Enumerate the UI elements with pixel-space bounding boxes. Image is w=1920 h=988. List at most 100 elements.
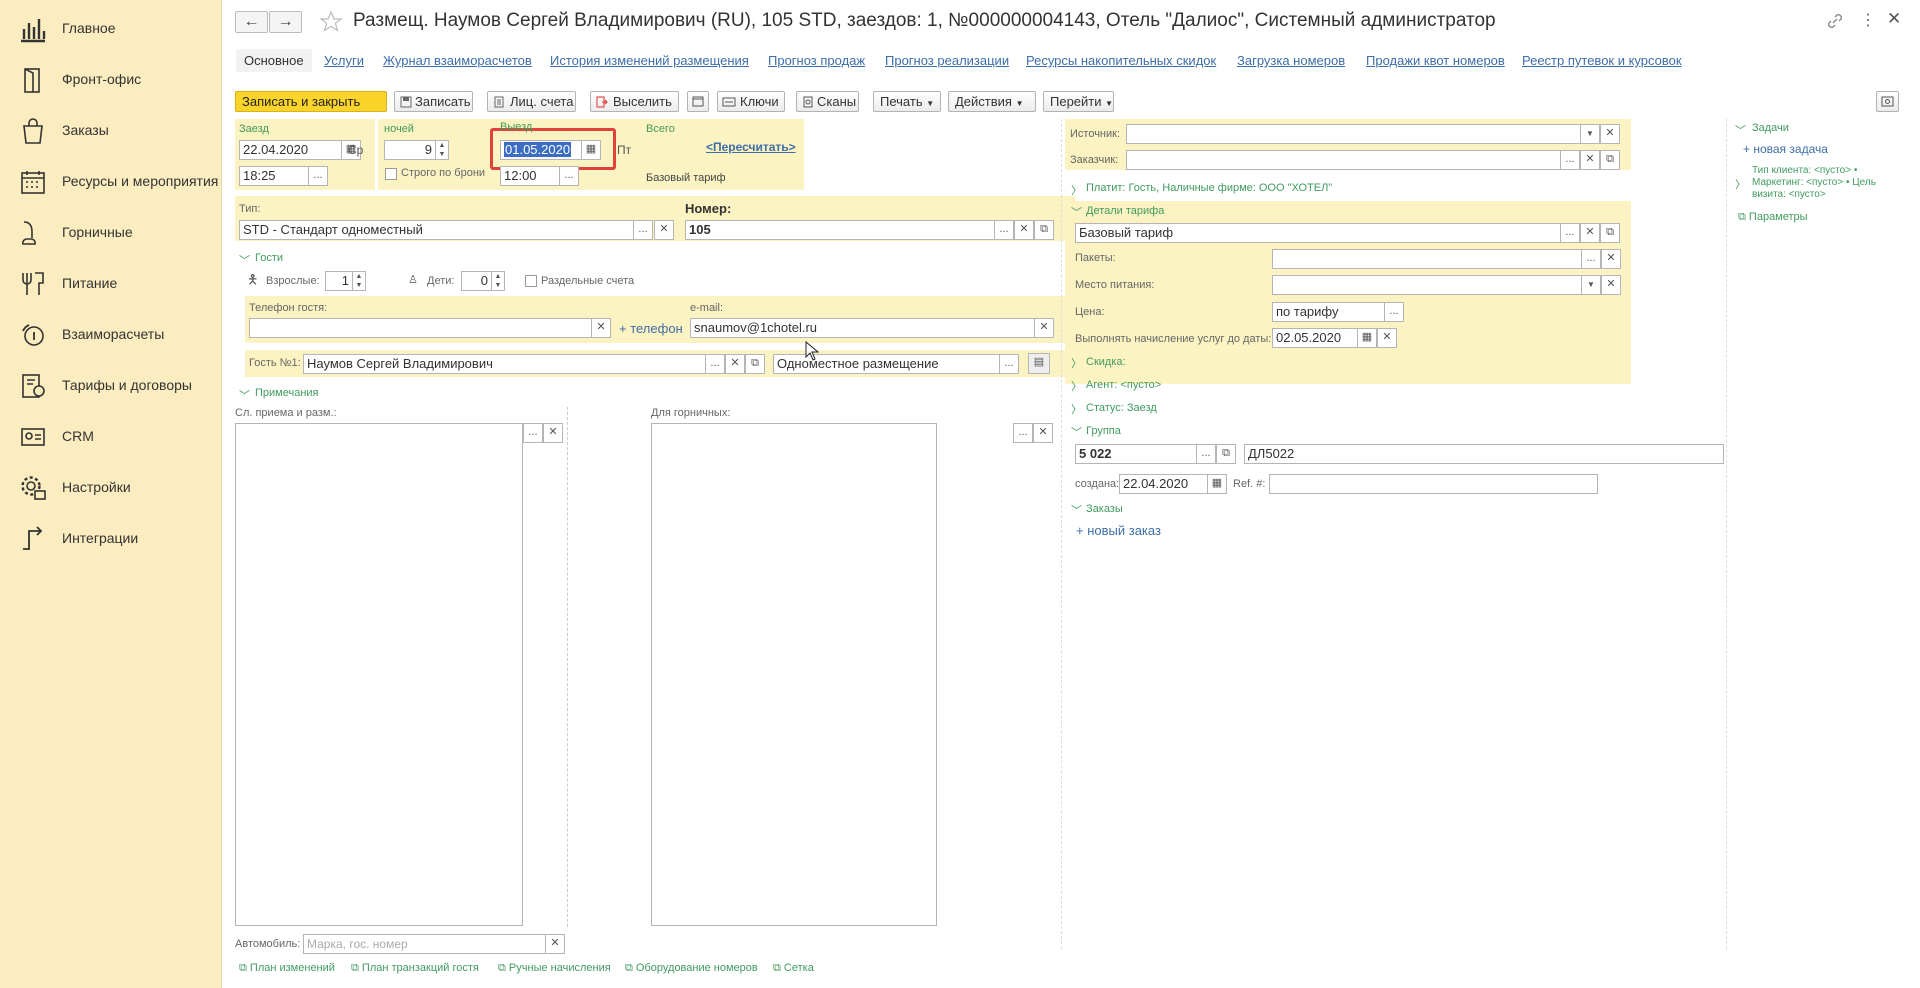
chevron-down-icon[interactable]: ﹀ (239, 387, 250, 403)
nights-field[interactable]: 9 (384, 140, 436, 160)
chevron-right-icon[interactable]: 〉 (1735, 176, 1746, 192)
departure-date-field[interactable]: 01.05.2020 (500, 140, 582, 160)
tab-sales-forecast[interactable]: Прогноз продаж (768, 53, 865, 68)
arrival-date-field[interactable]: 22.04.2020 (239, 140, 342, 160)
select-button[interactable]: ... (523, 423, 543, 443)
ref-field[interactable] (1269, 474, 1598, 494)
sidebar-item-maids[interactable]: Горничные (0, 206, 222, 257)
open-icon[interactable]: ⧉ (1600, 150, 1620, 170)
clear-icon[interactable]: ✕ (725, 354, 745, 374)
clear-icon[interactable]: ✕ (654, 220, 674, 240)
select-button[interactable]: ... (1384, 302, 1404, 322)
clear-icon[interactable]: ✕ (1580, 223, 1600, 243)
tab-settlements-journal[interactable]: Журнал взаиморасчетов (383, 53, 532, 68)
tab-main[interactable]: Основное (236, 49, 312, 72)
chevron-down-icon[interactable]: ﹀ (1735, 122, 1746, 138)
goto-menu-button[interactable]: Перейти ▼ (1043, 91, 1114, 112)
footer-link-manual-charges[interactable]: ⧉ Ручные начисления (498, 962, 611, 975)
adults-stepper[interactable]: ▲ ▼ (352, 271, 366, 291)
select-button[interactable]: ... (1196, 444, 1216, 464)
footer-link-guest-transactions[interactable]: ⧉ План транзакций гостя (351, 962, 479, 975)
created-date-field[interactable]: 22.04.2020 (1119, 474, 1208, 494)
children-field[interactable]: 0 (461, 271, 492, 291)
link-icon[interactable] (1826, 12, 1844, 30)
tab-quota-sales[interactable]: Продажи квот номеров (1366, 53, 1505, 68)
clear-icon[interactable]: ✕ (1014, 220, 1034, 240)
strict-booking-checkbox[interactable] (385, 168, 397, 180)
clear-icon[interactable]: ✕ (1601, 249, 1621, 269)
select-button[interactable]: ... (1013, 423, 1033, 443)
status-toggle[interactable]: Статус: Заезд (1086, 402, 1157, 414)
new-task-link[interactable]: + новая задача (1743, 142, 1828, 156)
separate-accounts-checkbox[interactable] (525, 275, 537, 287)
email-field[interactable]: snaumov@1chotel.ru (690, 318, 1035, 338)
room-type-field[interactable]: STD - Стандарт одноместный (239, 220, 634, 240)
tab-placement-history[interactable]: История изменений размещения (550, 53, 749, 68)
clear-icon[interactable]: ✕ (1033, 423, 1053, 443)
tab-discount-resources[interactable]: Ресурсы накопительных скидок (1026, 53, 1216, 68)
arrival-time-field[interactable]: 18:25 (239, 166, 309, 186)
open-icon[interactable]: ⧉ (745, 354, 765, 374)
footer-link-grid[interactable]: ⧉ Сетка (773, 962, 814, 975)
clear-icon[interactable]: ✕ (543, 423, 563, 443)
new-order-link[interactable]: + новый заказ (1076, 523, 1161, 538)
select-button[interactable]: ... (1560, 150, 1580, 170)
clear-icon[interactable]: ✕ (1580, 150, 1600, 170)
chevron-down-icon[interactable]: ﹀ (1071, 424, 1082, 440)
guest-card-button[interactable]: ▤ (1028, 353, 1050, 374)
sidebar-item-integrations[interactable]: Интеграции (0, 512, 222, 563)
select-button[interactable]: ... (1581, 249, 1601, 269)
orders-section-toggle[interactable]: Заказы (1086, 503, 1123, 515)
chevron-down-icon[interactable]: ﹀ (1071, 204, 1082, 220)
calendar-icon[interactable]: ▦ (1207, 474, 1227, 494)
footer-link-room-equipment[interactable]: ⧉ Оборудование номеров (625, 962, 758, 975)
chevron-right-icon[interactable]: 〉 (1071, 355, 1082, 371)
packages-field[interactable] (1272, 249, 1582, 269)
chevron-right-icon[interactable]: 〉 (1071, 378, 1082, 394)
back-button[interactable]: ← (235, 11, 268, 33)
sidebar-item-tariffs[interactable]: Тарифы и договоры (0, 359, 222, 410)
group-name-field[interactable]: ДЛ5022 (1244, 444, 1724, 464)
tariff-field[interactable]: Базовый тариф (1075, 223, 1561, 243)
reception-notes-textarea[interactable] (235, 423, 523, 926)
select-button[interactable]: ... (994, 220, 1014, 240)
tasks-section-toggle[interactable]: Задачи (1752, 122, 1789, 134)
footer-link-changes-plan[interactable]: ⧉ План изменений (239, 962, 335, 975)
select-button[interactable]: ... (1560, 223, 1580, 243)
star-icon[interactable] (319, 10, 343, 34)
select-button[interactable]: ... (633, 220, 653, 240)
parameters-link[interactable]: ⧉ Параметры (1738, 211, 1808, 224)
dropdown-arrow-icon[interactable]: ▼ (1581, 275, 1601, 295)
price-field[interactable]: по тарифу (1272, 302, 1385, 322)
phone-field[interactable] (249, 318, 592, 338)
guests-section-toggle[interactable]: Гости (255, 252, 283, 264)
sidebar-item-food[interactable]: Питание (0, 257, 222, 308)
adults-field[interactable]: 1 (325, 271, 353, 291)
window-button[interactable] (687, 91, 709, 112)
sidebar-item-main[interactable]: Главное (0, 2, 222, 53)
maids-notes-textarea[interactable] (651, 423, 937, 926)
dropdown-arrow-icon[interactable]: ▼ (1580, 124, 1600, 144)
add-phone-link[interactable]: + телефон (619, 321, 683, 336)
chevron-right-icon[interactable]: 〉 (1071, 401, 1082, 417)
agent-toggle[interactable]: Агент: <пусто> (1086, 379, 1161, 391)
calendar-icon[interactable]: ▦ (581, 140, 601, 160)
sidebar-item-orders[interactable]: Заказы (0, 104, 222, 155)
meal-place-field[interactable] (1272, 275, 1582, 295)
discount-toggle[interactable]: Скидка: (1086, 356, 1126, 368)
open-icon[interactable]: ⧉ (1034, 220, 1054, 240)
clear-icon[interactable]: ✕ (1600, 124, 1620, 144)
more-icon[interactable]: ⋮ (1860, 10, 1876, 30)
actions-menu-button[interactable]: Действия ▼ (948, 91, 1036, 112)
tariff-section-toggle[interactable]: Детали тарифа (1086, 205, 1164, 217)
open-icon[interactable]: ⧉ (1216, 444, 1236, 464)
sidebar-item-settlements[interactable]: Взаиморасчеты (0, 308, 222, 359)
calendar-icon[interactable]: ▦ (1357, 328, 1377, 348)
tab-vouchers-registry[interactable]: Реестр путевок и курсовок (1522, 53, 1682, 68)
sidebar-item-front-office[interactable]: Фронт-офис (0, 53, 222, 104)
customer-field[interactable] (1126, 150, 1561, 170)
sidebar-item-crm[interactable]: CRM (0, 410, 222, 461)
sidebar-item-resources[interactable]: Ресурсы и мероприятия (0, 155, 222, 206)
clear-icon[interactable]: ✕ (1034, 318, 1054, 338)
chevron-down-icon[interactable]: ﹀ (1071, 502, 1082, 518)
